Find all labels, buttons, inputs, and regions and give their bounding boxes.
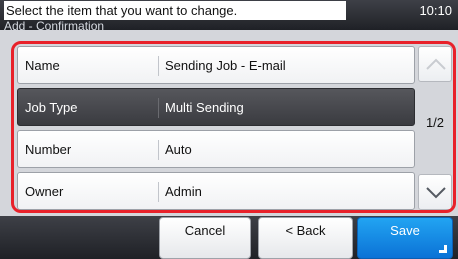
clock: 10:10 bbox=[419, 3, 452, 18]
item-label: Number bbox=[25, 142, 72, 157]
page-indicator: 1/2 bbox=[425, 115, 445, 130]
list-item-number[interactable]: Number Auto bbox=[17, 130, 415, 168]
corner-mark-icon bbox=[439, 245, 447, 253]
footer-bar: Cancel < Back Save bbox=[0, 216, 458, 259]
cancel-button[interactable]: Cancel bbox=[159, 217, 251, 259]
item-label: Owner bbox=[25, 184, 64, 199]
list-item-owner[interactable]: Owner Admin bbox=[17, 172, 415, 210]
row-divider bbox=[158, 98, 159, 118]
back-button[interactable]: < Back bbox=[258, 217, 353, 259]
panel-screen: Select the item that you want to change.… bbox=[0, 0, 458, 259]
item-value: Admin bbox=[165, 184, 202, 199]
header-bar: Select the item that you want to change.… bbox=[0, 0, 458, 32]
item-value: Sending Job - E-mail bbox=[165, 58, 286, 73]
row-divider bbox=[158, 182, 159, 202]
scroll-up-button[interactable] bbox=[418, 46, 452, 82]
chevron-down-icon bbox=[426, 187, 446, 199]
list-item-job-type[interactable]: Job Type Multi Sending bbox=[17, 88, 415, 126]
item-label: Job Type bbox=[25, 100, 78, 115]
chevron-up-icon bbox=[426, 58, 446, 70]
item-list: Name Sending Job - E-mail Job Type Multi… bbox=[17, 46, 415, 210]
instruction-message: Select the item that you want to change. bbox=[4, 1, 346, 20]
row-divider bbox=[158, 56, 159, 76]
row-divider bbox=[158, 140, 159, 160]
list-item-name[interactable]: Name Sending Job - E-mail bbox=[17, 46, 415, 84]
scroll-controls: 1/2 bbox=[418, 45, 452, 211]
save-label: Save bbox=[390, 223, 420, 238]
item-value: Multi Sending bbox=[165, 100, 244, 115]
save-button[interactable]: Save bbox=[357, 217, 453, 259]
scroll-down-button[interactable] bbox=[418, 174, 452, 210]
item-value: Auto bbox=[165, 142, 192, 157]
item-label: Name bbox=[25, 58, 60, 73]
